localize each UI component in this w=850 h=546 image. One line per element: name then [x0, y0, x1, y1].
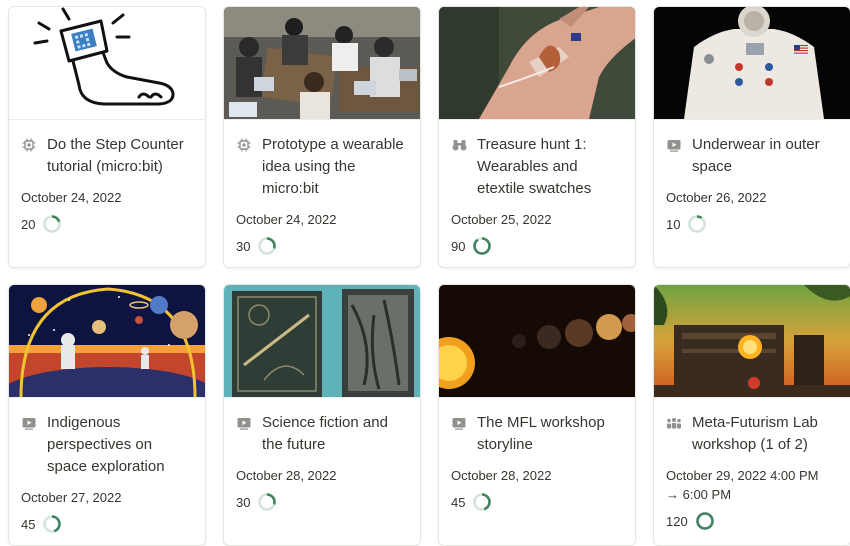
card-title[interactable]: Indigenous perspectives on space explora…	[47, 412, 193, 478]
video-icon	[666, 137, 682, 153]
progress-ring	[695, 512, 714, 530]
video-icon	[451, 415, 467, 431]
video-icon	[236, 415, 252, 431]
card-cover-future-city	[654, 285, 850, 398]
card-title[interactable]: The MFL workshop storyline	[477, 412, 623, 456]
card-cover-classroom	[224, 7, 420, 120]
card-title[interactable]: Science fiction and the future	[262, 412, 408, 456]
progress-ring-fill	[473, 237, 492, 255]
card-count: 20	[21, 216, 36, 232]
card-date: October 28, 2022	[451, 468, 552, 483]
card-title[interactable]: Meta-Futurism Lab workshop (1 of 2)	[692, 412, 838, 456]
gallery-card[interactable]: Indigenous perspectives on space explora…	[8, 284, 206, 546]
card-count: 45	[451, 494, 466, 510]
card-date: October 25, 2022	[451, 212, 552, 227]
gallery-card[interactable]: Science fiction and the future October 2…	[223, 284, 421, 546]
chip-icon	[21, 137, 37, 153]
card-cover-step-counter	[9, 7, 205, 120]
progress-ring	[43, 215, 62, 233]
card-cover-planets	[439, 285, 635, 398]
progress-ring	[258, 493, 277, 511]
card-title[interactable]: Prototype a wearable idea using the micr…	[262, 134, 408, 200]
gallery-card[interactable]: Treasure hunt 1: Wearables and etextile …	[438, 6, 636, 268]
gallery-card[interactable]: Underwear in outer space October 26, 202…	[653, 6, 850, 268]
card-date: October 24, 2022	[236, 212, 337, 227]
card-cover-old-books	[224, 285, 420, 398]
card-date: October 24, 2022	[21, 190, 122, 205]
gallery-card[interactable]: Prototype a wearable idea using the micr…	[223, 6, 421, 268]
card-cover-etextile	[439, 7, 635, 120]
gallery-card[interactable]: Meta-Futurism Lab workshop (1 of 2) Octo…	[653, 284, 850, 546]
card-date: October 27, 2022	[21, 490, 122, 505]
card-date: October 26, 2022	[666, 190, 767, 205]
gallery-grid: Do the Step Counter tutorial (micro:bit)…	[8, 6, 850, 546]
card-count: 90	[451, 238, 466, 254]
card-count: 30	[236, 238, 251, 254]
gallery-card[interactable]: The MFL workshop storyline October 28, 2…	[438, 284, 636, 546]
gallery-card[interactable]: Do the Step Counter tutorial (micro:bit)…	[8, 6, 206, 268]
progress-ring-fill	[695, 512, 714, 530]
card-date-start: October 29, 2022 4:00 PM	[666, 468, 819, 483]
card-date-end: → 6:00 PM	[666, 487, 732, 502]
progress-ring	[258, 237, 277, 255]
people-icon	[666, 415, 682, 431]
card-title[interactable]: Underwear in outer space	[692, 134, 838, 178]
card-count: 120	[666, 513, 688, 529]
binoculars-icon	[451, 137, 467, 153]
card-count: 30	[236, 494, 251, 510]
card-count: 10	[666, 216, 681, 232]
progress-ring-track	[688, 215, 707, 233]
card-date: October 29, 2022 4:00 PM → 6:00 PM	[666, 466, 838, 504]
video-icon	[21, 415, 37, 431]
card-count: 45	[21, 516, 36, 532]
progress-ring	[473, 493, 492, 511]
card-cover-space-art	[9, 285, 205, 398]
progress-ring	[473, 237, 492, 255]
progress-ring	[688, 215, 707, 233]
progress-ring	[43, 515, 62, 533]
card-title[interactable]: Treasure hunt 1: Wearables and etextile …	[477, 134, 623, 200]
chip-icon	[236, 137, 252, 153]
card-cover-spacesuit	[654, 7, 850, 120]
card-date: October 28, 2022	[236, 468, 337, 483]
card-title[interactable]: Do the Step Counter tutorial (micro:bit)	[47, 134, 193, 178]
